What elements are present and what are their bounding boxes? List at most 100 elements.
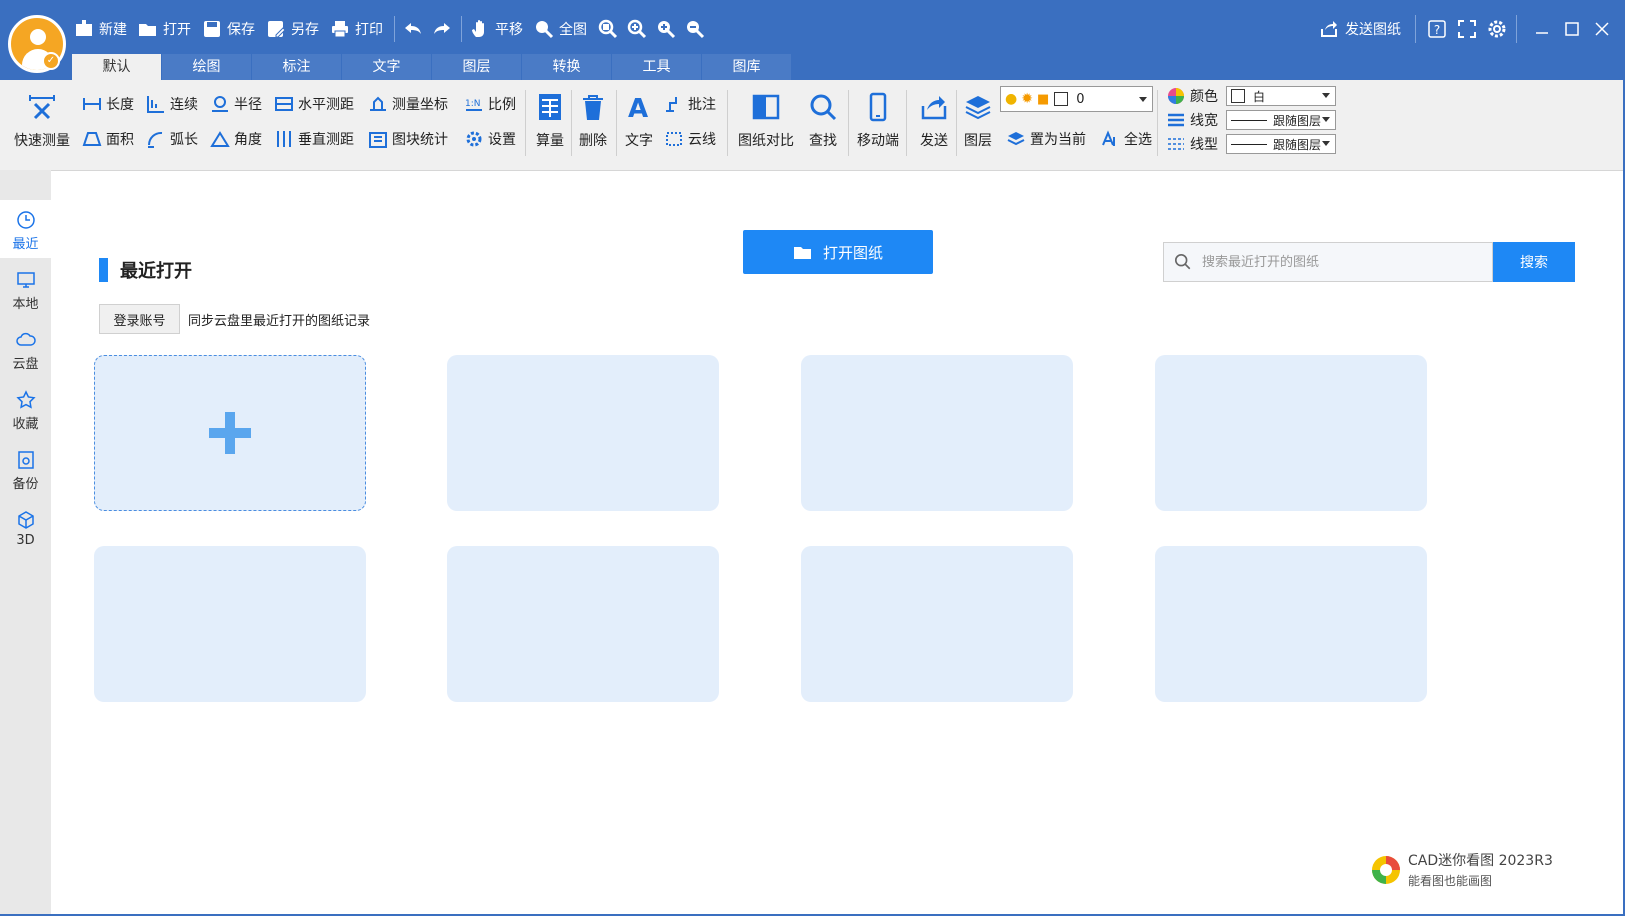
toolbar-divider — [461, 16, 462, 42]
open-drawing-label: 打开图纸 — [822, 243, 883, 262]
line-sample — [1231, 143, 1267, 145]
tab-default[interactable]: 默认 — [72, 54, 162, 80]
annotate-button[interactable]: 批注 — [664, 94, 716, 114]
recent-file-card[interactable] — [447, 355, 719, 511]
ratio-button[interactable]: 1:N 比例 — [464, 94, 516, 114]
settings-button[interactable]: 设置 — [464, 129, 516, 149]
revision-cloud-icon — [666, 132, 682, 146]
area-button[interactable]: 面积 — [82, 129, 134, 149]
tab-dimension[interactable]: 标注 — [252, 54, 342, 80]
zoom-in-alt-icon[interactable] — [656, 19, 676, 39]
recent-file-card[interactable] — [801, 546, 1073, 702]
tab-tools[interactable]: 工具 — [612, 54, 702, 80]
layer-button[interactable]: 图层 — [963, 92, 993, 150]
horizontal-measure-button[interactable]: 水平测距 — [274, 94, 354, 114]
open-drawing-button[interactable]: 打开图纸 — [743, 230, 933, 274]
magnifier-icon — [810, 94, 837, 121]
continuous-button[interactable]: 连续 — [146, 94, 198, 114]
recent-file-card[interactable] — [801, 355, 1073, 511]
sync-note: 同步云盘里最近打开的图纸记录 — [188, 314, 371, 329]
print-button[interactable]: 打印 — [330, 19, 383, 39]
open-button[interactable]: 打开 — [138, 19, 191, 39]
login-button[interactable]: 登录账号 — [99, 304, 180, 334]
calc-button[interactable]: 算量 — [535, 92, 565, 150]
mobile-button[interactable]: 移动端 — [857, 92, 899, 150]
new-file-icon — [76, 20, 92, 36]
compare-button[interactable]: 图纸对比 — [738, 92, 794, 150]
sidebar-item-cloud[interactable]: 云盘 — [0, 330, 51, 372]
cloud-icon — [15, 332, 36, 346]
chevron-down-icon — [1139, 97, 1147, 102]
left-sidebar: 最近 本地 云盘 收藏 备份 3D — [0, 170, 51, 916]
sidebar-item-favorites[interactable]: 收藏 — [0, 390, 51, 432]
text-label: 文字 — [625, 133, 653, 149]
tab-library[interactable]: 图库 — [702, 54, 792, 80]
sidebar-item-backup[interactable]: 备份 — [0, 450, 51, 492]
fullscreen-icon[interactable] — [1456, 18, 1478, 40]
block-stats-button[interactable]: 图块统计 — [368, 129, 448, 149]
new-button[interactable]: 新建 — [74, 19, 127, 39]
redo-icon[interactable] — [432, 19, 452, 39]
save-button[interactable]: 保存 — [202, 19, 255, 39]
send-button[interactable]: 发送 — [919, 92, 949, 150]
layer-dropdown[interactable]: ● ✹ ■ 0 — [1000, 86, 1153, 112]
recent-file-card[interactable] — [1155, 355, 1427, 511]
tab-layer[interactable]: 图层 — [432, 54, 522, 80]
sidebar-item-recent[interactable]: 最近 — [0, 210, 51, 252]
add-drawing-card[interactable] — [94, 355, 366, 511]
pan-button[interactable]: 平移 — [470, 19, 523, 39]
share-icon — [1321, 21, 1337, 37]
cloud-line-button[interactable]: 云线 — [664, 129, 716, 149]
send-drawing-button[interactable]: 发送图纸 — [1319, 19, 1401, 39]
sidebar-item-3d[interactable]: 3D — [0, 510, 51, 548]
arc-length-label: 弧长 — [170, 132, 198, 148]
toolbar-divider — [394, 16, 395, 42]
vertical-measure-button[interactable]: 垂直测距 — [274, 129, 354, 149]
close-button[interactable] — [1587, 16, 1617, 42]
zoom-in-icon[interactable] — [627, 19, 647, 39]
length-button[interactable]: 长度 — [82, 94, 134, 114]
send-drawing-label: 发送图纸 — [1345, 22, 1401, 38]
recent-file-card[interactable] — [94, 546, 366, 702]
folder-open-icon — [139, 24, 156, 36]
help-icon[interactable]: ? — [1426, 18, 1448, 40]
linewidth-dropdown[interactable]: 跟随图层 — [1226, 110, 1336, 130]
fit-view-button[interactable]: 全图 — [534, 19, 587, 39]
linetype-dropdown[interactable]: 跟随图层 — [1226, 134, 1336, 154]
set-current-button[interactable]: 置为当前 — [1006, 129, 1086, 149]
mobile-label: 移动端 — [857, 133, 899, 149]
tab-text[interactable]: 文字 — [342, 54, 432, 80]
gear-icon[interactable] — [1486, 18, 1508, 40]
save-as-button[interactable]: 另存 — [266, 19, 319, 39]
sidebar-item-local[interactable]: 本地 — [0, 270, 51, 312]
tab-draw[interactable]: 绘图 — [162, 54, 252, 80]
recent-file-card[interactable] — [447, 546, 719, 702]
text-button[interactable]: A 文字 — [624, 92, 654, 150]
undo-icon[interactable] — [403, 19, 423, 39]
angle-button[interactable]: 角度 — [210, 129, 262, 149]
radius-button[interactable]: 半径 — [210, 94, 262, 114]
zoom-window-icon[interactable] — [598, 19, 618, 39]
minimize-button[interactable] — [1527, 16, 1557, 42]
search-input[interactable] — [1200, 253, 1484, 271]
vertical-measure-icon — [277, 131, 291, 147]
tab-convert[interactable]: 转换 — [522, 54, 612, 80]
maximize-button[interactable] — [1557, 16, 1587, 42]
select-all-button[interactable]: 全选 — [1100, 129, 1152, 149]
recent-title: 最近打开 — [120, 261, 192, 282]
zoom-out-icon[interactable] — [685, 19, 705, 39]
recent-file-card[interactable] — [1155, 546, 1427, 702]
title-divider — [1516, 15, 1517, 43]
quick-measure-button[interactable]: 快速测量 — [14, 92, 70, 150]
find-button[interactable]: 查找 — [808, 92, 838, 150]
search-button[interactable]: 搜索 — [1493, 242, 1575, 282]
color-dropdown[interactable]: 白 — [1226, 86, 1336, 106]
clock-icon — [16, 211, 35, 229]
arc-length-button[interactable]: 弧长 — [146, 129, 198, 149]
measure-coord-button[interactable]: 测量坐标 — [368, 94, 448, 114]
maximize-icon — [1565, 22, 1579, 36]
delete-button[interactable]: 删除 — [578, 92, 608, 150]
section-title: 最近打开 — [99, 257, 192, 283]
minimize-icon — [1536, 32, 1548, 34]
layer-value: 0 — [1076, 91, 1085, 107]
